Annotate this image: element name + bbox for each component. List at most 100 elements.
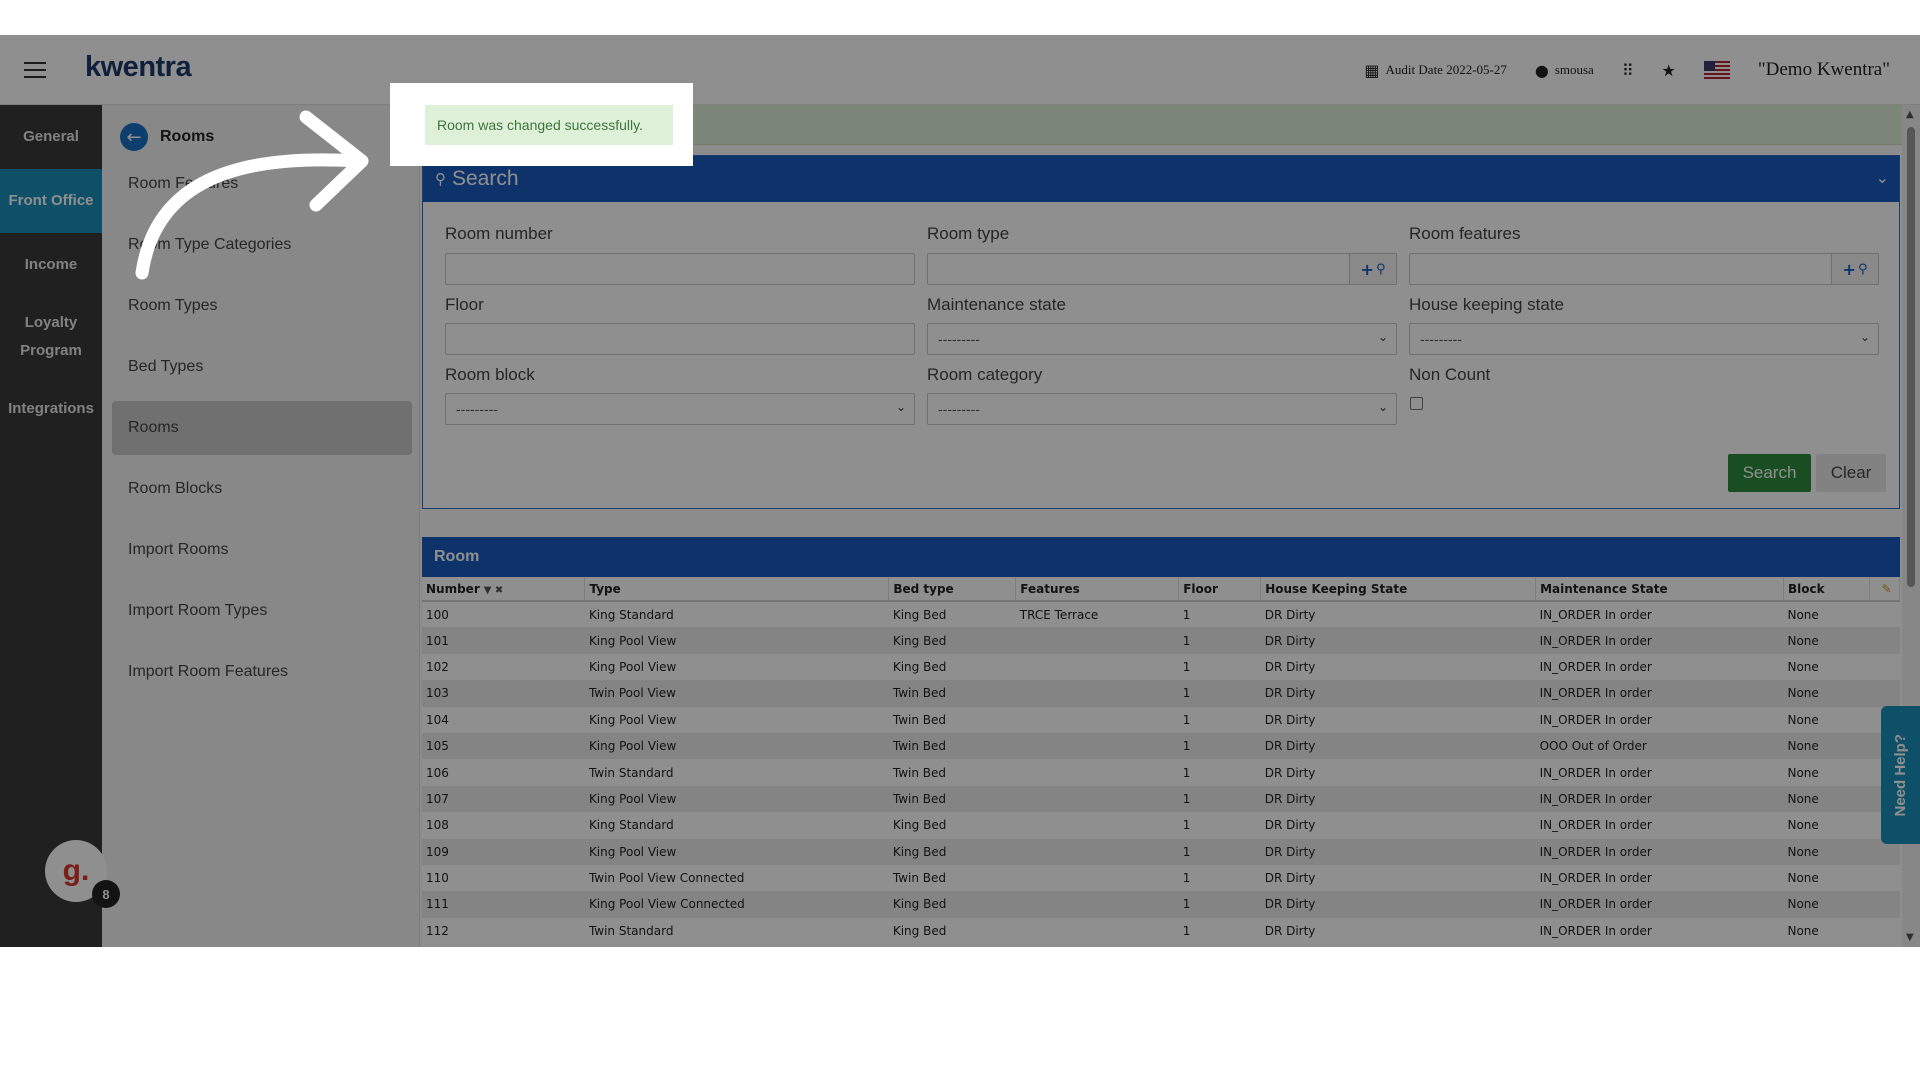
room-number-input[interactable] [445, 253, 915, 285]
subnav-item-room-types[interactable]: Room Types [112, 279, 412, 333]
table-row[interactable]: 111 King Pool View Connected King Bed 1 DR D… [422, 891, 1900, 918]
clear-button[interactable]: Clear [1816, 454, 1886, 492]
table-row[interactable]: 107 King Pool View Twin Bed 1 DR Dirty IN_ORD… [422, 785, 1900, 813]
menu-icon[interactable] [24, 62, 46, 78]
cell-house-keeping-state: DR Dirty [1260, 706, 1536, 733]
rail-item-income[interactable]: Income [0, 233, 102, 297]
house-keeping-state-label: House keeping state [1409, 295, 1564, 314]
table-row[interactable]: 105 King Pool View Twin Bed 1 DR Dirty OOO Ou… [422, 732, 1900, 760]
table-row[interactable]: 100 King Standard King Bed TRCE Terrace 1 DR … [422, 601, 1900, 628]
table-row[interactable]: 112 Twin Standard King Bed 1 DR Dirty IN_ORDE… [422, 917, 1900, 945]
table-row[interactable]: 104 King Pool View Twin Bed 1 DR Dirty IN_ORD… [422, 706, 1900, 733]
cell-number: 111 [422, 891, 585, 918]
cell-bed-type: King Bed [888, 601, 1016, 628]
cell-maintenance-state: IN_ORDER In order [1535, 601, 1784, 628]
non-count-checkbox[interactable] [1410, 397, 1423, 410]
room-category-select[interactable]: --------- ⌄ [927, 393, 1397, 425]
subnav-item-import-room-types[interactable]: Import Room Types [112, 584, 412, 638]
column-header-maintenance-state[interactable]: Maintenance State [1535, 577, 1784, 602]
room-features-input[interactable] [1409, 253, 1832, 285]
cell-type: King Standard [584, 812, 889, 839]
table-row[interactable]: 109 King Pool View King Bed 1 DR Dirty IN_ORD… [422, 838, 1900, 865]
subnav-item-import-room-features[interactable]: Import Room Features [112, 645, 412, 699]
cell-type: Twin Standard [584, 917, 889, 945]
subnav-item-room-blocks[interactable]: Room Blocks [112, 462, 412, 516]
subnav-item-rooms[interactable]: Rooms [112, 401, 412, 455]
cell-house-keeping-state: DR Dirty [1260, 732, 1536, 760]
table-row[interactable]: 108 King Standard King Bed 1 DR Dirty IN_ORDE… [422, 812, 1900, 839]
column-header-type[interactable]: Type [584, 577, 890, 602]
edit-columns-pencil-icon[interactable]: ✎ [1869, 577, 1901, 602]
star-icon[interactable]: ★ [1662, 61, 1676, 80]
main-content: ⚲ Search ⌄ Room number Room type + ⚲ Room… [420, 105, 1902, 947]
room-type-input[interactable] [927, 253, 1350, 285]
search-panel: ⚲ Search ⌄ Room number Room type + ⚲ Room… [422, 155, 1900, 509]
cell-features [1015, 891, 1179, 918]
room-block-select[interactable]: --------- ⌄ [445, 393, 915, 425]
table-row[interactable]: 110 Twin Pool View Connected Twin Bed 1 DR D… [422, 864, 1900, 892]
cell-bed-type: Twin Bed [888, 785, 1016, 813]
column-header-floor[interactable]: Floor [1178, 577, 1262, 602]
room-category-value: --------- [938, 401, 980, 417]
cell-type: King Pool View [584, 627, 889, 654]
table-row[interactable]: 106 Twin Standard Twin Bed 1 DR Dirty IN_ORDE… [422, 759, 1900, 786]
cell-house-keeping-state: DR Dirty [1260, 627, 1536, 654]
company-name[interactable]: "Demo Kwentra" [1758, 59, 1890, 81]
cell-features [1015, 838, 1179, 865]
house-keeping-state-select[interactable]: --------- ⌄ [1409, 323, 1879, 355]
cell-block: None [1783, 680, 1870, 707]
column-header-block[interactable]: Block [1783, 577, 1870, 602]
cell-number: 107 [422, 785, 585, 813]
column-header-house-keeping-state[interactable]: House Keeping State [1260, 577, 1537, 602]
cell-maintenance-state: OOO Out of Order [1535, 732, 1784, 760]
search-button[interactable]: Search [1728, 454, 1811, 492]
room-type-add-search-button[interactable]: + ⚲ [1349, 253, 1397, 285]
chevron-down-icon[interactable]: ⌄ [1876, 168, 1889, 187]
rail-item-integrations[interactable]: Integrations [0, 377, 102, 441]
chevron-down-icon: ⌄ [1377, 400, 1388, 414]
cell-features [1015, 812, 1179, 839]
column-header-features[interactable]: Features [1015, 577, 1180, 602]
audit-date[interactable]: ▦ Audit Date 2022-05-27 [1364, 61, 1506, 80]
apps-grid-icon[interactable]: ⠿ [1622, 61, 1634, 80]
module-rail: General Front Office Income Loyalty Prog… [0, 105, 102, 947]
cell-floor: 1 [1178, 680, 1261, 707]
cell-number: 112 [422, 917, 585, 945]
cell-maintenance-state: IN_ORDER In order [1535, 785, 1784, 813]
scroll-up-arrow-icon[interactable]: ▲ [1906, 109, 1914, 120]
rail-item-front-office[interactable]: Front Office [0, 169, 102, 233]
cell-features [1015, 785, 1179, 813]
rail-item-general[interactable]: General [0, 105, 102, 169]
table-row[interactable]: 102 King Pool View King Bed 1 DR Dirty IN_ORD… [422, 653, 1900, 681]
cell-maintenance-state: IN_ORDER In order [1535, 680, 1784, 707]
cell-features [1015, 864, 1179, 892]
plus-icon: + [1360, 259, 1374, 279]
room-features-add-search-button[interactable]: + ⚲ [1831, 253, 1879, 285]
column-header-number[interactable]: Number ▼ ✖ [422, 577, 586, 602]
scroll-thumb[interactable] [1907, 127, 1915, 587]
cell-type: King Pool View [584, 785, 889, 813]
rail-item-loyalty-program[interactable]: Loyalty Program [0, 297, 102, 377]
floor-input[interactable] [445, 323, 915, 355]
need-help-tab[interactable]: Need Help? [1881, 706, 1920, 844]
room-table-panel: Room Number ▼ ✖ Type Bed type Features Fl… [422, 537, 1901, 947]
sort-desc-icon[interactable]: ▼ ✖ [484, 585, 504, 596]
table-row[interactable]: 103 Twin Pool View Twin Bed 1 DR Dirty IN_ORD… [422, 680, 1900, 707]
user-menu[interactable]: ● smousa [1535, 61, 1594, 80]
subnav-item-import-rooms[interactable]: Import Rooms [112, 523, 412, 577]
cell-block: None [1783, 812, 1870, 839]
success-message: Room was changed successfully. [421, 105, 673, 145]
cell-floor: 1 [1178, 601, 1261, 628]
cell-type: King Pool View [584, 706, 889, 733]
column-header-bed-type[interactable]: Bed type [888, 577, 1017, 602]
cell-type: Twin Standard [584, 759, 889, 786]
maintenance-state-select[interactable]: --------- ⌄ [927, 323, 1397, 355]
chevron-down-icon: ⌄ [895, 400, 906, 414]
cell-type: Twin Pool View Connected [584, 864, 889, 892]
need-help-label: Need Help? [1892, 733, 1909, 817]
table-row[interactable]: 101 King Pool View King Bed 1 DR Dirty IN_ORD… [422, 627, 1900, 654]
scroll-down-arrow-icon[interactable]: ▼ [1906, 932, 1914, 943]
us-flag-icon[interactable] [1703, 61, 1730, 79]
subnav-item-bed-types[interactable]: Bed Types [112, 340, 412, 394]
cell-house-keeping-state: DR Dirty [1260, 812, 1536, 839]
